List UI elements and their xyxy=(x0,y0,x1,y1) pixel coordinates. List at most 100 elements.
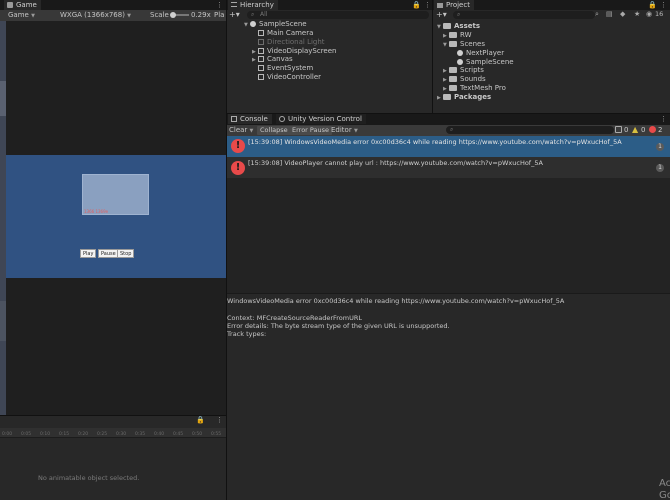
list-icon xyxy=(231,2,237,7)
timeline-tick: 0:00 xyxy=(2,432,13,437)
collapse-button[interactable]: Collapse xyxy=(257,126,291,135)
folder-icon xyxy=(437,3,443,8)
scale-value: 0.29x xyxy=(191,11,211,19)
console-detail-panel: WindowsVideoMedia error 0xc00d36c4 while… xyxy=(227,293,670,500)
activation-watermark: Ac Go xyxy=(659,478,670,500)
folder-icon xyxy=(449,67,457,73)
timeline-tick: 0:20 xyxy=(78,432,89,437)
filter-type-icon[interactable]: ▤ xyxy=(606,10,613,18)
tab-version-control[interactable]: Unity Version Control xyxy=(276,114,366,124)
error-filter-icon[interactable] xyxy=(649,126,656,133)
more-icon[interactable]: ⋮ xyxy=(216,1,223,9)
log-entry[interactable]: ! [15:39:08] VideoPlayer cannot play url… xyxy=(227,157,670,178)
folder-icon xyxy=(443,23,451,29)
gamepad-icon xyxy=(7,2,13,8)
search-icon: ⌕ xyxy=(450,126,454,133)
tree-item-directional-light[interactable]: Directional Light xyxy=(258,38,325,47)
console-icon xyxy=(231,116,237,122)
hidden-count: 16 xyxy=(655,10,664,18)
log-entry-count: 1 xyxy=(656,143,664,151)
tree-item-canvas[interactable]: ▶ Canvas xyxy=(252,55,293,64)
detail-line: WindowsVideoMedia error 0xc00d36c4 while… xyxy=(227,297,565,305)
log-entry[interactable]: ! [15:39:08] WindowsVideoMedia error 0xc… xyxy=(227,136,670,157)
log-entry-count: 1 xyxy=(656,164,664,172)
lock-icon[interactable]: 🔒 xyxy=(412,1,421,9)
unity-scene-icon xyxy=(250,21,256,27)
tab-game[interactable]: Game xyxy=(4,0,41,10)
tree-item-next-player[interactable]: NextPlayer xyxy=(457,49,504,58)
timeline-tick: 0:50 xyxy=(192,432,203,437)
stop-button[interactable]: Stop xyxy=(117,249,135,258)
resolution-dropdown[interactable]: WXGA (1366x768) ▼ xyxy=(60,11,131,19)
tab-hierarchy[interactable]: Hierarchy xyxy=(228,0,278,10)
filter-label-icon[interactable]: ◆ xyxy=(620,10,625,18)
timeline-tick: 0:55 xyxy=(211,432,222,437)
animation-panel: 🔒 ⋮ No animatable object selected. xyxy=(0,415,226,500)
warning-icon[interactable]: ▲ xyxy=(632,125,638,134)
game-canvas: 1366 1369e xyxy=(6,155,226,278)
eye-icon[interactable]: ◉ xyxy=(646,10,652,18)
console-search-input[interactable]: ⌕ xyxy=(446,126,614,134)
log-filter-icon[interactable] xyxy=(615,126,622,133)
game-letterbox-top xyxy=(6,21,226,155)
project-search-input[interactable]: ⌕ xyxy=(453,11,595,19)
detail-line: Error details: The byte stream type of t… xyxy=(227,322,450,330)
timeline-tick: 0:25 xyxy=(97,432,108,437)
timeline-tick: 0:30 xyxy=(116,432,127,437)
folder-icon xyxy=(449,41,457,47)
more-icon[interactable]: ⋮ xyxy=(216,416,223,424)
warning-count[interactable]: 0 xyxy=(641,126,645,134)
tree-item-assets[interactable]: ▼ Assets xyxy=(437,22,480,31)
tree-item-textmesh-pro[interactable]: ▶ TextMesh Pro xyxy=(443,84,506,93)
lock-icon[interactable]: 🔒 xyxy=(196,416,205,424)
tree-item-event-system[interactable]: EventSystem xyxy=(258,64,313,73)
timeline-tick: 0:15 xyxy=(59,432,70,437)
gameobject-icon xyxy=(258,48,264,54)
log-count[interactable]: 0 xyxy=(624,126,628,134)
pause-button[interactable]: Pause xyxy=(98,249,119,258)
tree-item-scenes[interactable]: ▼ Scenes xyxy=(443,40,485,49)
scale-slider-handle[interactable] xyxy=(170,12,176,18)
gameobject-icon xyxy=(258,39,264,45)
search-icon: ⌕ xyxy=(251,11,255,18)
error-icon: ! xyxy=(231,139,245,153)
add-icon[interactable]: +▾ xyxy=(229,10,240,19)
detail-line: Context: MFCreateSourceReaderFromURL xyxy=(227,314,362,322)
video-display-screen: 1366 1369e xyxy=(82,174,149,215)
error-icon: ! xyxy=(231,161,245,175)
tree-item-video-controller[interactable]: VideoController xyxy=(258,73,321,82)
editor-dropdown[interactable]: Editor ▼ xyxy=(331,126,358,134)
gameobject-icon xyxy=(258,56,264,62)
tree-item-packages[interactable]: ▶ Packages xyxy=(437,93,491,102)
play-mode-dropdown[interactable]: Pla xyxy=(214,11,224,19)
more-icon[interactable]: ⋮ xyxy=(424,1,431,9)
tab-console[interactable]: Console xyxy=(228,114,272,124)
clear-button[interactable]: Clear ▼ xyxy=(229,126,253,134)
scale-label: Scale xyxy=(150,11,169,19)
more-icon[interactable]: ⋮ xyxy=(660,115,667,123)
unity-scene-icon xyxy=(457,50,463,56)
error-pause-button[interactable]: Error Pause xyxy=(289,126,333,135)
gameobject-icon xyxy=(258,65,264,71)
search-options-icon[interactable]: ⌕ xyxy=(595,10,599,19)
search-icon: ⌕ xyxy=(457,11,461,18)
favorite-icon[interactable]: ★ xyxy=(634,10,640,18)
tree-item-scripts[interactable]: ▶ Scripts xyxy=(443,66,484,75)
tree-item-main-camera[interactable]: Main Camera xyxy=(258,29,313,38)
console-log-list: ! [15:39:08] WindowsVideoMedia error 0xc… xyxy=(227,136,670,293)
tree-item-sounds[interactable]: ▶ Sounds xyxy=(443,75,486,84)
add-icon[interactable]: +▾ xyxy=(436,10,447,19)
tab-project[interactable]: Project xyxy=(434,0,474,10)
tree-item-scene[interactable]: ▼ SampleScene xyxy=(244,20,307,29)
detail-line: Track types: xyxy=(227,330,267,338)
video-text: 1366 1369e xyxy=(84,209,109,214)
display-dropdown[interactable]: Game ▼ xyxy=(8,11,35,19)
play-button[interactable]: Play xyxy=(80,249,97,258)
timeline-tick: 0:10 xyxy=(40,432,51,437)
gameobject-icon xyxy=(258,30,264,36)
hierarchy-search-input[interactable]: ⌕ All xyxy=(247,11,429,19)
lock-icon[interactable]: 🔒 xyxy=(648,1,657,9)
tree-item-rw[interactable]: ▶ RW xyxy=(443,31,472,40)
error-count[interactable]: 2 xyxy=(658,126,662,134)
more-icon[interactable]: ⋮ xyxy=(660,1,667,9)
